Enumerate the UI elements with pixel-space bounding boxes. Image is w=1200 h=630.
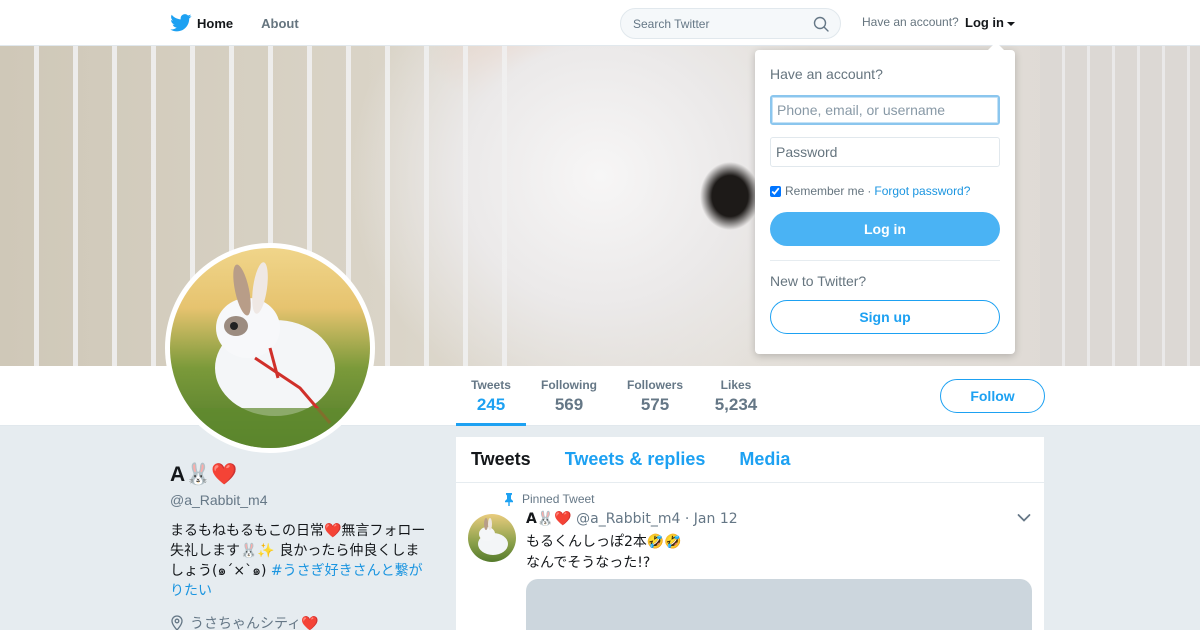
tab-tweets[interactable]: Tweets [471, 449, 531, 470]
pinned-tweet[interactable]: Pinned Tweet A🐰❤️ @a_Rabbit_m4 · Jan 12 … [456, 483, 1044, 630]
search-input[interactable] [621, 9, 801, 38]
profile-name: A🐰❤️ [170, 463, 238, 486]
nav-left-group: Home About [170, 0, 327, 46]
stat-following[interactable]: Following 569 [536, 366, 602, 426]
username-field[interactable] [770, 95, 1000, 125]
tweet-date[interactable]: Jan 12 [694, 511, 738, 527]
password-field[interactable] [770, 137, 1000, 167]
tab-media[interactable]: Media [739, 449, 790, 470]
timeline: Tweets Tweets & replies Media Pinned Twe… [456, 437, 1044, 630]
remember-separator: · [867, 184, 872, 198]
rabbit-avatar-icon [478, 518, 508, 555]
tweet-text-line-2: なんでそうなった!? [526, 555, 651, 571]
nav-about-link[interactable]: About [261, 16, 299, 31]
nav-home-link[interactable]: Home [170, 14, 233, 32]
rabbit-photo-icon [170, 262, 370, 448]
have-account-text: Have an account? [862, 15, 959, 29]
stat-tweets-label: Tweets [471, 378, 511, 392]
tweet-author-handle[interactable]: @a_Rabbit_m4 [576, 511, 680, 527]
remember-me-label: Remember me [785, 184, 865, 198]
signup-button[interactable]: Sign up [770, 300, 1000, 334]
tab-tweets-and-replies[interactable]: Tweets & replies [565, 449, 706, 470]
search-box [620, 8, 841, 39]
pin-icon [505, 492, 513, 506]
stat-likes[interactable]: Likes 5,234 [706, 366, 766, 426]
stat-tweets-value: 245 [476, 395, 506, 414]
search-icon[interactable] [813, 16, 829, 32]
stat-likes-value: 5,234 [714, 395, 758, 414]
login-submit-button[interactable]: Log in [770, 212, 1000, 246]
follow-button[interactable]: Follow [940, 379, 1045, 413]
pinned-tweet-label: Pinned Tweet [522, 492, 595, 506]
twitter-bird-icon [170, 14, 192, 32]
stat-followers-label: Followers [626, 378, 683, 392]
remember-me-checkbox[interactable] [770, 185, 781, 197]
remember-row: Remember me · Forgot password? [770, 184, 970, 198]
stat-following-label: Following [541, 378, 597, 392]
location-pin-icon [171, 615, 183, 630]
login-dropdown: Have an account? Remember me · Forgot pa… [755, 42, 1015, 354]
banner-cage-right [1040, 46, 1200, 366]
profile-avatar[interactable] [165, 243, 375, 453]
new-to-twitter-text: New to Twitter? [770, 273, 867, 289]
nav-home-label: Home [197, 15, 234, 31]
stat-tweets[interactable]: Tweets 245 [456, 366, 526, 426]
login-toggle-label: Log in [965, 15, 1004, 30]
stat-likes-label: Likes [720, 378, 752, 392]
stat-following-value: 569 [554, 395, 584, 414]
forgot-password-link[interactable]: Forgot password? [874, 184, 970, 198]
profile-bio: まるもねもるもこの日常❤️無言フォロー失礼します🐰✨ 良かったら仲良くしましょう… [170, 521, 432, 601]
profile-sidebar: A🐰❤️ @a_Rabbit_m4 まるもねもるもこの日常❤️無言フォロー失礼し… [170, 460, 440, 630]
tweet-separator: · [684, 511, 690, 527]
profile-location-text: うさちゃんシティ❤️ [190, 616, 319, 630]
stat-followers-value: 575 [640, 395, 670, 414]
login-divider [770, 260, 1000, 261]
tweet-media[interactable] [526, 579, 1032, 630]
avatar-image [170, 248, 370, 448]
tweet-header: A🐰❤️ @a_Rabbit_m4 · Jan 12 [526, 511, 738, 527]
tweet-text: もるくんしっぽ2本🤣🤣 なんでそうなった!? [526, 532, 682, 574]
pinned-tweet-context: Pinned Tweet [504, 492, 595, 506]
profile-handle[interactable]: @a_Rabbit_m4 [170, 492, 440, 508]
tweet-author-name[interactable]: A🐰❤️ [526, 511, 572, 527]
chevron-down-icon[interactable] [1017, 513, 1031, 523]
profile-location: うさちゃんシティ❤️ [170, 613, 440, 630]
nav-about-label: About [261, 15, 299, 31]
stat-followers[interactable]: Followers 575 [622, 366, 688, 426]
tweet-author-avatar[interactable] [468, 514, 516, 562]
timeline-tabs: Tweets Tweets & replies Media [456, 437, 1044, 483]
tweet-text-line-1: もるくんしっぽ2本🤣🤣 [526, 534, 682, 550]
caret-down-icon [1007, 21, 1015, 26]
login-dropdown-toggle[interactable]: Log in [965, 15, 1015, 30]
top-navigation-bar: Home About Have an account? Log in [0, 0, 1200, 46]
login-dropdown-title: Have an account? [770, 66, 883, 82]
